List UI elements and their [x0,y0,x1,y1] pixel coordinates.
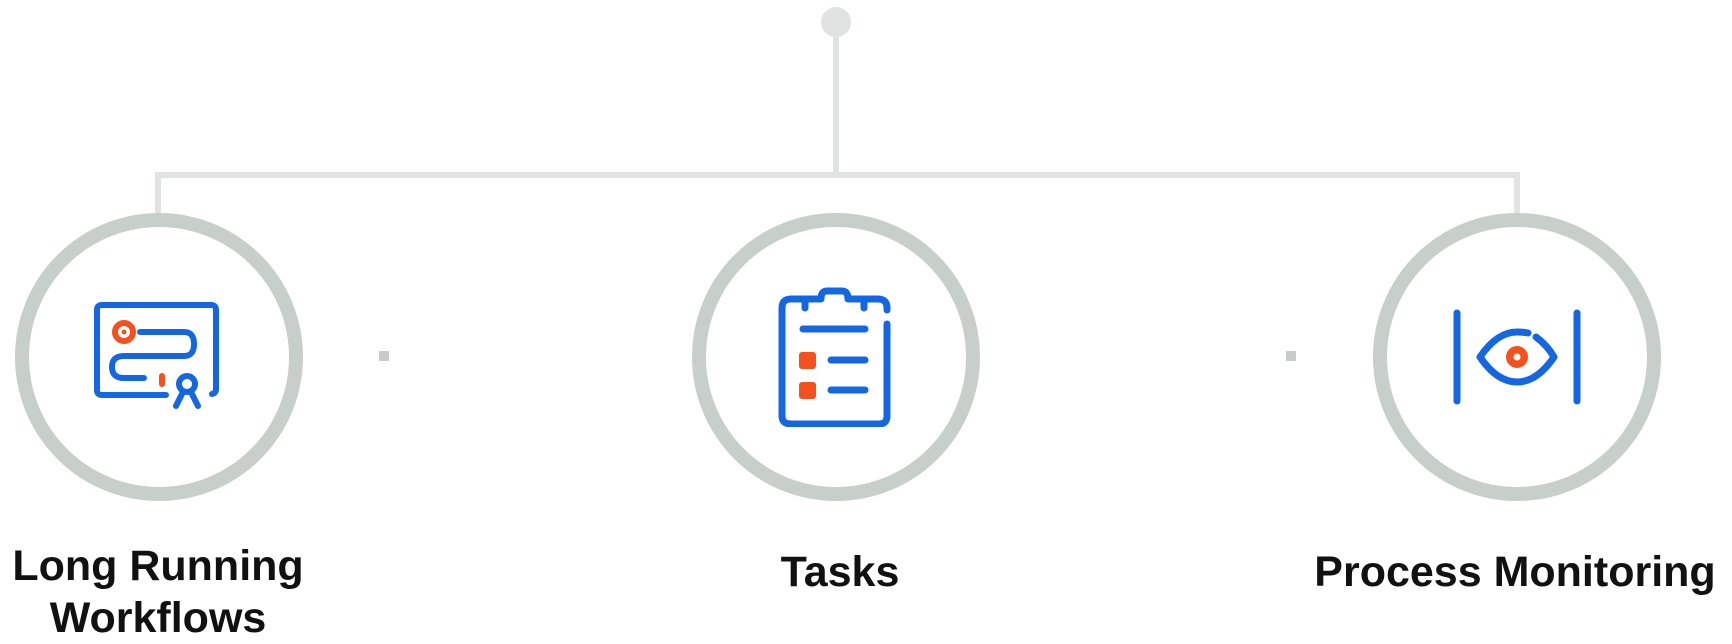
node-long-running-workflows [15,213,303,501]
workflow-diagram: Long Running Workflows Tasks Process Mon… [0,0,1732,642]
node-label: Long Running Workflows [12,542,304,642]
separator-dot [1286,351,1296,361]
separator-dot [379,351,389,361]
clipboard-checklist-icon [778,287,891,427]
node-process-monitoring [1373,213,1661,501]
node-label: Process Monitoring [1314,548,1716,596]
node-label: Tasks [780,548,900,596]
certificate-icon [94,302,219,409]
eye-monitoring-icon [1453,309,1581,405]
node-tasks [692,213,980,501]
